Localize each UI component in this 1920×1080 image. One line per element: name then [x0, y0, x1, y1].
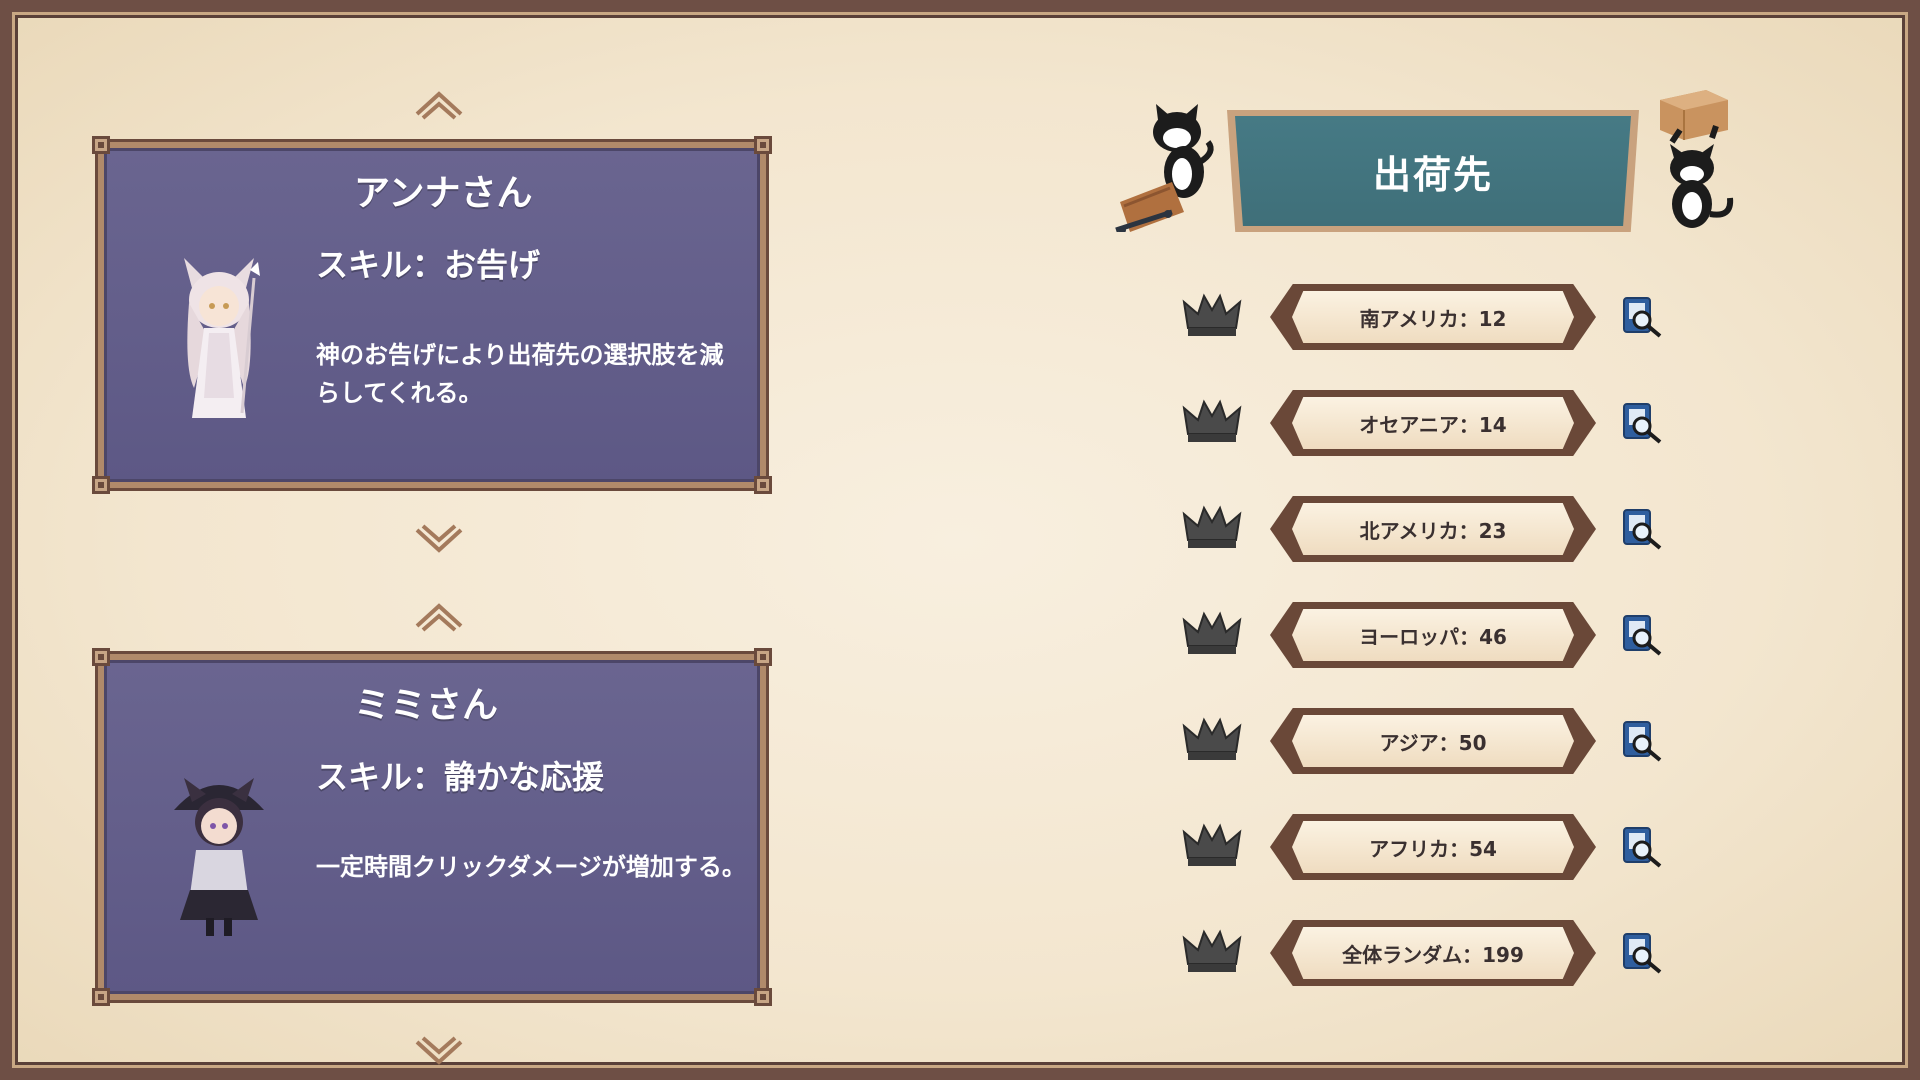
character-name: ミミさん [354, 685, 499, 726]
panel-corner [754, 988, 772, 1006]
destination-header: 出荷先 [1112, 90, 1742, 242]
panel-corner [92, 648, 110, 666]
destination-row[interactable]: アジア：50 [1182, 706, 1672, 776]
panel-corner [754, 476, 772, 494]
character-description: 神のお告げにより出荷先の選択肢を減らしてくれる。 [316, 341, 724, 407]
destination-button[interactable]: アジア：50 [1292, 715, 1574, 767]
character-panel-anna[interactable]: アンナさん スキル：お告げ 神のお告げにより出荷先の選択肢を減らしてくれる。 [92, 136, 772, 494]
anna-portrait [154, 248, 284, 428]
destination-label: アジア：50 [1379, 730, 1487, 755]
crown-icon [1182, 292, 1242, 340]
destination-row[interactable]: ヨーロッパ：46 [1182, 600, 1672, 670]
panel-corner [92, 476, 110, 494]
chevron-up-icon[interactable] [409, 596, 469, 636]
book-search-icon[interactable] [1620, 508, 1664, 550]
header-title: 出荷先 [1372, 152, 1493, 197]
panel-corner [754, 648, 772, 666]
book-search-icon[interactable] [1620, 826, 1664, 868]
book-search-icon[interactable] [1620, 720, 1664, 762]
destination-button[interactable]: オセアニア：14 [1292, 397, 1574, 449]
crown-icon [1182, 822, 1242, 870]
game-frame: アンナさん スキル：お告げ 神のお告げにより出荷先の選択肢を減らしてくれる。 ミ… [0, 0, 1920, 1080]
panel-corner [754, 136, 772, 154]
destination-button[interactable]: アフリカ：54 [1292, 821, 1574, 873]
book-search-icon[interactable] [1620, 614, 1664, 656]
character-skill: スキル：静かな応援 [316, 758, 605, 796]
destination-row[interactable]: 北アメリカ：23 [1182, 494, 1672, 564]
destination-button[interactable]: 南アメリカ：12 [1292, 291, 1574, 343]
header-banner: 出荷先 [1235, 116, 1631, 226]
destination-button[interactable]: ヨーロッパ：46 [1292, 609, 1574, 661]
destination-label: オセアニア：14 [1359, 412, 1507, 437]
crown-icon [1182, 928, 1242, 976]
cat-box-illustration [1652, 86, 1742, 236]
crown-icon [1182, 716, 1242, 764]
book-search-icon[interactable] [1620, 932, 1664, 974]
chevron-down-icon[interactable] [409, 520, 469, 560]
destination-row[interactable]: アフリカ：54 [1182, 812, 1672, 882]
character-name: アンナさん [354, 173, 533, 214]
destination-label: 全体ランダム：199 [1342, 942, 1524, 967]
book-search-icon[interactable] [1620, 402, 1664, 444]
panel-corner [92, 136, 110, 154]
destination-button[interactable]: 北アメリカ：23 [1292, 503, 1574, 555]
destination-label: 南アメリカ：12 [1359, 306, 1507, 331]
character-panel-mimi[interactable]: ミミさん スキル：静かな応援 一定時間クリックダメージが増加する。 [92, 648, 772, 1006]
chevron-down-icon[interactable] [409, 1032, 469, 1072]
chevron-up-icon[interactable] [409, 84, 469, 124]
cat-cart-illustration [1112, 102, 1222, 232]
destination-label: ヨーロッパ：46 [1359, 624, 1507, 649]
panel-corner [92, 988, 110, 1006]
character-skill: スキル：お告げ [316, 246, 541, 284]
crown-icon [1182, 610, 1242, 658]
destination-label: 北アメリカ：23 [1359, 518, 1507, 543]
destination-row[interactable]: 全体ランダム：199 [1182, 918, 1672, 988]
destination-label: アフリカ：54 [1369, 836, 1497, 861]
destination-row[interactable]: 南アメリカ：12 [1182, 282, 1672, 352]
mimi-portrait [154, 760, 284, 940]
destination-button[interactable]: 全体ランダム：199 [1292, 927, 1574, 979]
crown-icon [1182, 398, 1242, 446]
destination-row[interactable]: オセアニア：14 [1182, 388, 1672, 458]
book-search-icon[interactable] [1620, 296, 1664, 338]
character-description: 一定時間クリックダメージが増加する。 [316, 853, 746, 881]
crown-icon [1182, 504, 1242, 552]
